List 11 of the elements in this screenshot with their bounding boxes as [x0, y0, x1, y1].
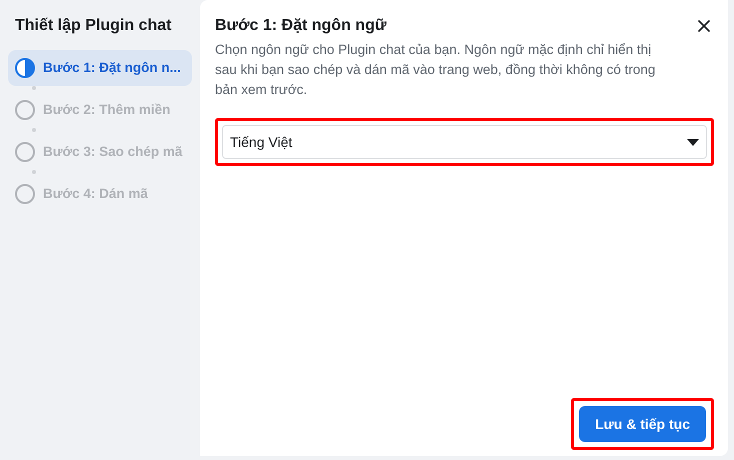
circle-icon: [15, 184, 35, 204]
half-circle-icon: [15, 58, 35, 78]
sidebar-title: Thiết lập Plugin chat: [14, 16, 172, 36]
circle-icon: [15, 100, 35, 120]
step-item[interactable]: Bước 1: Đặt ngôn n...: [8, 50, 192, 86]
step-description: Chọn ngôn ngữ cho Plugin chat của bạn. Ngôn ngữ mặc định chỉ hiển thị sau khi bạn sao chép và dán mã vào trang web, đồng thời không có trong bản xem trước.: [215, 41, 656, 99]
language-select[interactable]: Tiếng Việt: [222, 125, 707, 159]
step-title: Bước 1: Đặt ngôn ngữ: [215, 16, 388, 36]
dropdown-caret-icon: [687, 138, 699, 146]
circle-icon: [15, 142, 35, 162]
save-continue-button[interactable]: Lưu & tiếp tục: [579, 406, 706, 442]
